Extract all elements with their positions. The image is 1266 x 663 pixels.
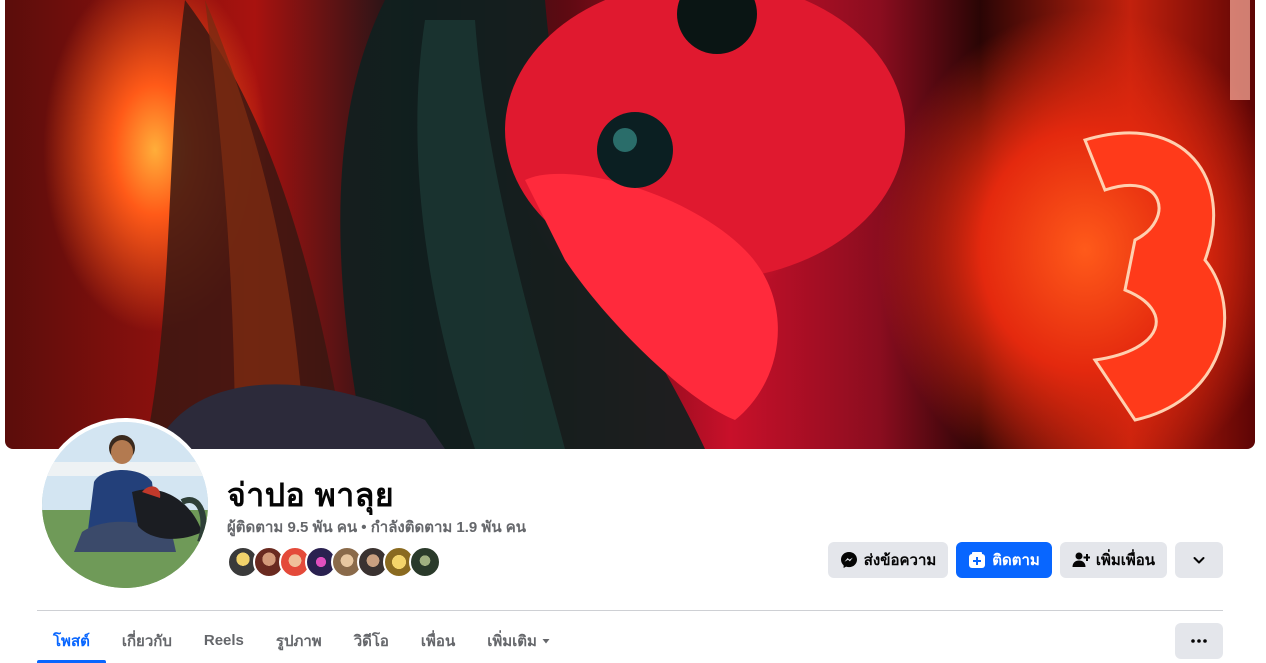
tab-more-label: เพิ่มเติม — [487, 632, 537, 650]
follow-button-label: ติดตาม — [992, 552, 1040, 569]
add-friend-icon — [1072, 551, 1090, 569]
message-button[interactable]: ส่งข้อความ — [827, 542, 949, 578]
tab-videos[interactable]: วิดีโอ — [338, 618, 405, 663]
tab-more[interactable]: เพิ่มเติม — [471, 618, 567, 663]
profile-divider — [37, 610, 1223, 611]
chevron-down-icon — [1192, 553, 1206, 567]
tab-videos-label: วิดีโอ — [353, 632, 389, 650]
tab-friends[interactable]: เพื่อน — [405, 618, 471, 663]
tab-reels-label: Reels — [203, 632, 244, 649]
tab-photos[interactable]: รูปภาพ — [260, 618, 338, 663]
add-friend-button-label: เพิ่มเพื่อน — [1095, 552, 1155, 569]
profile-tabs: โพสต์ เกี่ยวกับ Reels รูปภาพ วิดีโอ เพื่… — [37, 618, 567, 663]
more-dots-icon — [1191, 639, 1207, 643]
tab-friends-label: เพื่อน — [420, 632, 456, 650]
cover-artwork — [145, 0, 1250, 449]
profile-picture[interactable] — [38, 418, 212, 592]
tab-photos-label: รูปภาพ — [275, 632, 322, 650]
message-button-label: ส่งข้อความ — [863, 552, 937, 569]
friend-avatar[interactable] — [409, 546, 441, 578]
caret-down-icon — [541, 636, 551, 646]
follow-stats[interactable]: ผู้ติดตาม 9.5 พัน คน • กำลังติดตาม 1.9 พ… — [227, 515, 526, 539]
follow-plus-icon — [968, 551, 986, 569]
profile-options-dropdown-button[interactable] — [1175, 542, 1223, 578]
tab-posts-label: โพสต์ — [53, 632, 90, 650]
tab-reels[interactable]: Reels — [188, 618, 260, 663]
add-friend-button[interactable]: เพิ่มเพื่อน — [1059, 542, 1167, 578]
follow-button[interactable]: ติดตาม — [956, 542, 1052, 578]
tab-posts[interactable]: โพสต์ — [37, 618, 106, 663]
tab-about-label: เกี่ยวกับ — [121, 632, 172, 650]
more-options-button[interactable] — [1175, 623, 1223, 659]
profile-photo — [42, 422, 208, 588]
cover-photo[interactable] — [5, 0, 1255, 449]
tab-about[interactable]: เกี่ยวกับ — [106, 618, 188, 663]
mutual-friends-avatars[interactable] — [227, 546, 441, 578]
messenger-icon — [840, 551, 858, 569]
profile-actions: ส่งข้อความ ติดตาม เพิ่มเพื่อน — [827, 542, 1223, 578]
profile-name: จ่าปอ พาลุย — [227, 477, 395, 513]
